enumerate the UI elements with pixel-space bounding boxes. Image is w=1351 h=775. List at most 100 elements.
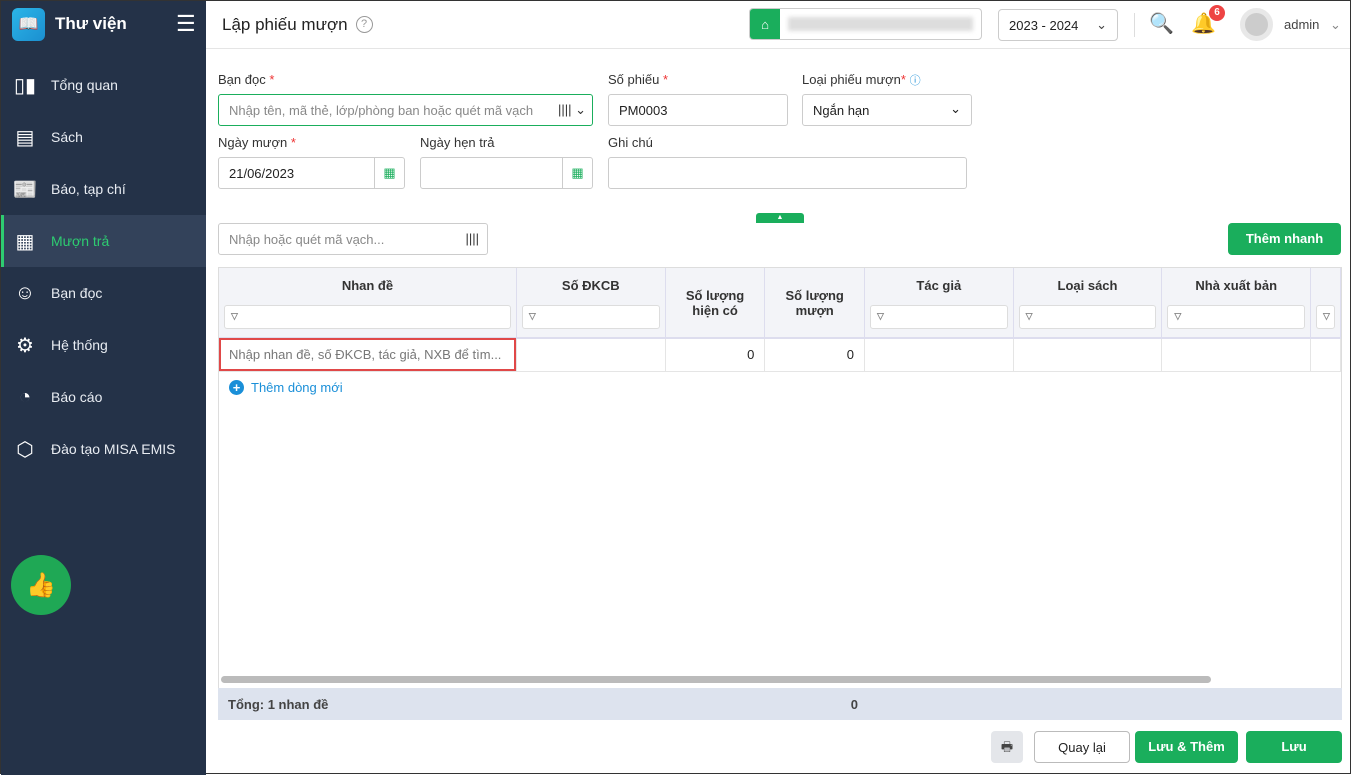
thumbs-up-icon: 👍 xyxy=(26,571,56,599)
school-selector[interactable]: ⌂ xyxy=(749,8,982,40)
year-select[interactable]: 2023 - 2024 ⌄ xyxy=(998,9,1118,41)
pie-chart-icon: ◔ xyxy=(18,385,32,408)
sidebar-item-training[interactable]: ⬡ Đào tạo MISA EMIS xyxy=(1,423,206,475)
save-button[interactable]: Lưu xyxy=(1246,731,1342,763)
col-publisher: Nhà xuất bản ▽ xyxy=(1161,268,1312,338)
book-grid: Nhan đề ▽ Số ĐKCB ▽ Số lượng hiện có Số lư… xyxy=(218,267,1342,720)
reader-input[interactable]: Nhập tên, mã thẻ, lớp/phòng ban hoặc qué… xyxy=(218,94,593,126)
sidebar-item-overview[interactable]: ▯▮ Tổng quan xyxy=(1,59,206,111)
sidebar-item-reports[interactable]: ◔ Báo cáo xyxy=(1,371,206,423)
print-button[interactable]: 🖶 xyxy=(991,731,1023,763)
sidebar-item-label: Sách xyxy=(51,129,83,145)
table-header-row: Nhan đề ▽ Số ĐKCB ▽ Số lượng hiện có Số lư… xyxy=(219,268,1341,338)
book-type-cell xyxy=(1013,337,1163,372)
calendar-icon[interactable]: ▦ xyxy=(562,158,592,188)
sidebar: 📖 Thư viện ☰ ▯▮ Tổng quan ▤ Sách 📰 Báo, tạp… xyxy=(1,1,206,775)
sidebar-item-borrow[interactable]: ▦ Mượn trả xyxy=(1,215,206,267)
sidebar-item-label: Hệ thống xyxy=(51,337,108,353)
filter-input[interactable]: ▽ xyxy=(224,305,511,329)
slip-type-label: Loại phiếu mượn* ⓘ xyxy=(802,72,921,87)
info-icon: ⓘ xyxy=(909,75,921,87)
calendar-icon[interactable]: ▦ xyxy=(374,158,404,188)
col-borrowed: Số lượng mượn xyxy=(764,268,865,338)
reader-icon: ☺ xyxy=(14,281,36,304)
sidebar-item-label: Tổng quan xyxy=(51,77,118,93)
title-search-cell[interactable]: Nhập nhan đề, số ĐKCB, tác giả, NXB để t… xyxy=(219,337,517,372)
save-and-add-button[interactable]: Lưu & Thêm xyxy=(1135,731,1238,763)
col-available: Số lượng hiện có xyxy=(665,268,766,338)
slip-type-select[interactable]: Ngắn hạn ⌄ xyxy=(802,94,972,126)
borrow-date-label: Ngày mượn * xyxy=(218,135,296,150)
reg-no-cell[interactable] xyxy=(516,337,666,372)
total-titles: Tổng: 1 nhan đề xyxy=(228,696,329,712)
newspaper-icon: 📰 xyxy=(12,178,38,201)
note-label: Ghi chú xyxy=(608,135,653,150)
menu-icon[interactable]: ☰ xyxy=(176,13,196,35)
sidebar-item-books[interactable]: ▤ Sách xyxy=(1,111,206,163)
available-cell: 0 xyxy=(665,337,766,372)
author-cell xyxy=(864,337,1014,372)
sidebar-item-label: Đào tạo MISA EMIS xyxy=(51,441,176,457)
sidebar-item-label: Mượn trả xyxy=(51,233,110,249)
sidebar-item-label: Báo, tạp chí xyxy=(51,181,126,197)
reader-label: Bạn đọc * xyxy=(218,72,275,87)
search-analytics-icon[interactable]: 🔍 xyxy=(1149,11,1174,36)
more-cell xyxy=(1310,337,1341,372)
divider xyxy=(1134,13,1135,37)
sidebar-item-readers[interactable]: ☺ Bạn đọc xyxy=(1,267,206,319)
avatar[interactable] xyxy=(1240,8,1273,41)
borrow-date-input[interactable]: 21/06/2023 ▦ xyxy=(218,157,405,189)
col-book-type: Loại sách ▽ xyxy=(1013,268,1163,338)
table-footer: Tổng: 1 nhan đề 0 xyxy=(218,688,1342,720)
note-input[interactable] xyxy=(608,157,967,189)
chevron-down-icon[interactable]: ⌄ xyxy=(1330,17,1341,33)
cube-icon: ⬡ xyxy=(16,438,34,461)
barcode-search-input[interactable]: Nhập hoặc quét mã vạch... |||| xyxy=(218,223,488,255)
back-button[interactable]: Quay lại xyxy=(1034,731,1130,763)
slip-no-label: Số phiếu * xyxy=(608,72,669,87)
main-content: Bạn đọc * Nhập tên, mã thẻ, lớp/phòng ba… xyxy=(206,49,1350,773)
due-date-input[interactable]: ▦ xyxy=(420,157,593,189)
barcode-icon[interactable]: |||| ⌄ xyxy=(558,102,586,118)
user-name[interactable]: admin xyxy=(1284,17,1319,32)
filter-input[interactable]: ▽ xyxy=(1167,305,1306,329)
help-icon[interactable]: ? xyxy=(355,16,373,33)
book-icon: ▤ xyxy=(15,126,35,149)
publisher-cell xyxy=(1161,337,1312,372)
filter-input[interactable]: ▽ xyxy=(521,305,660,329)
barcode-icon[interactable]: |||| xyxy=(465,231,479,246)
page-title: Lập phiếu mượn xyxy=(222,14,348,34)
filter-input[interactable]: ▽ xyxy=(1316,305,1335,329)
col-author: Tác giả ▽ xyxy=(864,268,1014,338)
slip-no-input[interactable]: PM0003 xyxy=(608,94,788,126)
home-icon: ⌂ xyxy=(750,9,780,39)
horizontal-scrollbar[interactable] xyxy=(221,676,1211,683)
book-logo-icon: 📖 xyxy=(12,7,45,41)
col-more: ▽ xyxy=(1310,268,1341,338)
filter-input[interactable]: ▽ xyxy=(1018,305,1157,329)
borrowed-cell[interactable]: 0 xyxy=(764,337,865,372)
printer-icon: 🖶 xyxy=(1000,739,1014,754)
col-title: Nhan đề ▽ xyxy=(219,268,517,338)
sidebar-item-system[interactable]: ⚙ Hệ thống xyxy=(1,319,206,371)
school-name-blurred xyxy=(788,17,973,31)
sidebar-item-magazines[interactable]: 📰 Báo, tạp chí xyxy=(1,163,206,215)
year-value: 2023 - 2024 xyxy=(1009,18,1079,33)
sidebar-item-label: Bạn đọc xyxy=(51,285,103,301)
sidebar-item-label: Báo cáo xyxy=(51,389,103,405)
chevron-down-icon: ⌄ xyxy=(1096,17,1107,32)
table-row: Nhập nhan đề, số ĐKCB, tác giả, NXB để t… xyxy=(219,337,1341,372)
filter-input[interactable]: ▽ xyxy=(870,305,1008,329)
quick-add-button[interactable]: Thêm nhanh xyxy=(1228,223,1341,255)
feedback-button[interactable]: 👍 xyxy=(11,555,71,615)
topbar: Lập phiếu mượn ? ⌂ 2023 - 2024 ⌄ 🔍 🔔 6 ad… xyxy=(206,1,1350,49)
gear-icon: ⚙ xyxy=(16,334,34,357)
due-date-label: Ngày hẹn trả xyxy=(420,135,495,150)
app-name: Thư viện xyxy=(55,14,127,33)
chevron-down-icon: ⌄ xyxy=(950,101,961,116)
plus-circle-icon: + xyxy=(229,380,244,395)
add-row-button[interactable]: + Thêm dòng mới xyxy=(229,380,343,395)
chart-icon: ▯▮ xyxy=(13,74,36,97)
col-reg-no: Số ĐKCB ▽ xyxy=(516,268,666,338)
collapse-toggle[interactable]: ▲ xyxy=(756,213,804,223)
